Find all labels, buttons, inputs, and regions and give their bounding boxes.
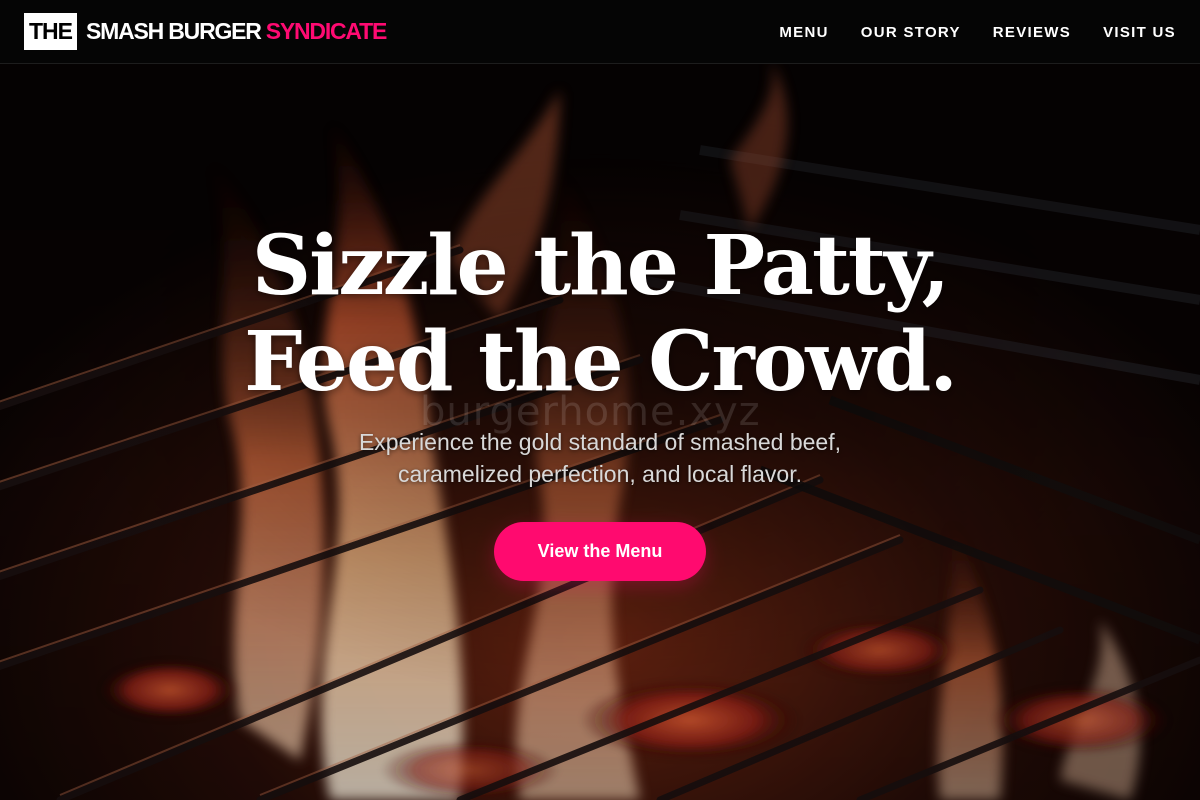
hero-section: Sizzle the Patty, Feed the Crowd. burger… bbox=[0, 0, 1200, 800]
hero-subheading-line-1: Experience the gold standard of smashed … bbox=[358, 429, 842, 455]
hero-subheading: Experience the gold standard of smashed … bbox=[0, 426, 1200, 490]
site-header: THE SMASH BURGER SYNDICATE MENU OUR STOR… bbox=[0, 0, 1200, 64]
brand-logo[interactable]: THE SMASH BURGER SYNDICATE bbox=[24, 13, 388, 50]
logo-wordmark-accent: SYNDICATE bbox=[265, 18, 388, 44]
nav-link-our-story[interactable]: OUR STORY bbox=[861, 24, 961, 41]
logo-badge: THE bbox=[24, 13, 77, 50]
hero-headline: Sizzle the Patty, Feed the Crowd. bbox=[0, 218, 1200, 410]
nav-link-menu[interactable]: MENU bbox=[779, 24, 828, 41]
hero-subheading-line-2: caramelized perfection, and local flavor… bbox=[398, 461, 802, 487]
hero-headline-line-2: Feed the Crowd. bbox=[244, 314, 958, 410]
hero-headline-line-1: Sizzle the Patty, bbox=[251, 218, 950, 314]
landing-page: THE SMASH BURGER SYNDICATE MENU OUR STOR… bbox=[0, 0, 1200, 800]
nav-link-reviews[interactable]: REVIEWS bbox=[993, 24, 1071, 41]
nav-link-visit-us[interactable]: VISIT US bbox=[1103, 24, 1176, 41]
view-menu-button[interactable]: View the Menu bbox=[494, 522, 706, 581]
logo-wordmark: SMASH BURGER bbox=[86, 18, 262, 44]
main-nav: MENU OUR STORY REVIEWS VISIT US bbox=[747, 0, 1176, 64]
